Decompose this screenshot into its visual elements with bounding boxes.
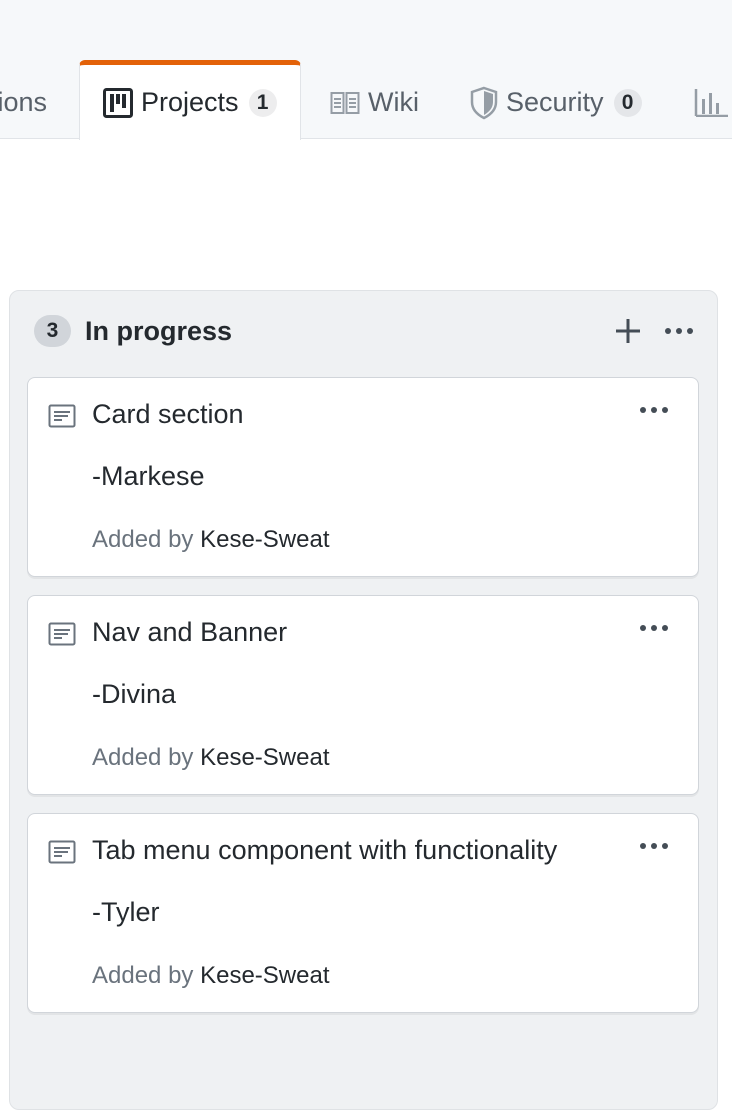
add-card-button[interactable] (612, 315, 644, 347)
projects-count-badge: 1 (248, 88, 277, 117)
column-header: 3 In progress (34, 315, 232, 347)
added-by-label: Added by (92, 526, 194, 553)
project-card[interactable]: Card section -Markese Added by Kese-Swea… (27, 377, 699, 577)
plus-icon (616, 319, 640, 343)
book-icon (330, 91, 360, 115)
card-author-link[interactable]: Kese-Sweat (200, 526, 329, 553)
tab-actions-label: tions (0, 87, 48, 117)
card-note: -Tyler (92, 897, 160, 927)
project-card[interactable]: Nav and Banner -Divina Added by Kese-Swe… (27, 595, 699, 795)
repo-nav: tions Projects 1 W (0, 0, 732, 140)
column-menu-button[interactable] (662, 317, 696, 345)
card-title: Card section (92, 399, 244, 429)
kebab-horizontal-icon (640, 843, 668, 849)
card-added-by: Added by Kese-Sweat (92, 744, 330, 772)
card-menu-button[interactable] (636, 832, 672, 860)
kebab-horizontal-icon (665, 328, 693, 334)
tab-wiki-label: Wiki (368, 87, 419, 117)
tab-security[interactable]: Security 0 (470, 66, 642, 139)
card-title: Nav and Banner (92, 617, 288, 647)
card-note: -Divina (92, 679, 177, 709)
note-icon (48, 404, 76, 433)
card-author-link[interactable]: Kese-Sweat (200, 744, 329, 771)
kebab-horizontal-icon (640, 407, 668, 413)
project-card[interactable]: Tab menu component with functionality -T… (27, 813, 699, 1013)
shield-icon (470, 86, 498, 120)
tab-projects[interactable]: Projects 1 (79, 60, 301, 140)
tab-insights[interactable] (694, 66, 728, 139)
card-author-link[interactable]: Kese-Sweat (200, 962, 329, 989)
project-board-icon (103, 87, 133, 118)
tab-projects-label: Projects (141, 87, 239, 117)
kebab-horizontal-icon (640, 625, 668, 631)
card-note: -Markese (92, 461, 205, 491)
card-menu-button[interactable] (636, 614, 672, 642)
graph-icon (694, 88, 728, 117)
column-title: In progress (85, 315, 233, 346)
tab-wiki[interactable]: Wiki (330, 66, 419, 139)
added-by-label: Added by (92, 744, 194, 771)
security-count-badge: 0 (613, 88, 642, 117)
card-menu-button[interactable] (636, 396, 672, 424)
note-icon (48, 622, 76, 651)
column-card-count: 3 (34, 315, 71, 347)
tab-security-label: Security (506, 87, 604, 117)
tab-actions[interactable]: tions (0, 66, 47, 139)
added-by-label: Added by (92, 962, 194, 989)
note-icon (48, 840, 76, 869)
card-added-by: Added by Kese-Sweat (92, 526, 330, 554)
card-added-by: Added by Kese-Sweat (92, 962, 330, 990)
card-title: Tab menu component with functionality (92, 835, 558, 865)
